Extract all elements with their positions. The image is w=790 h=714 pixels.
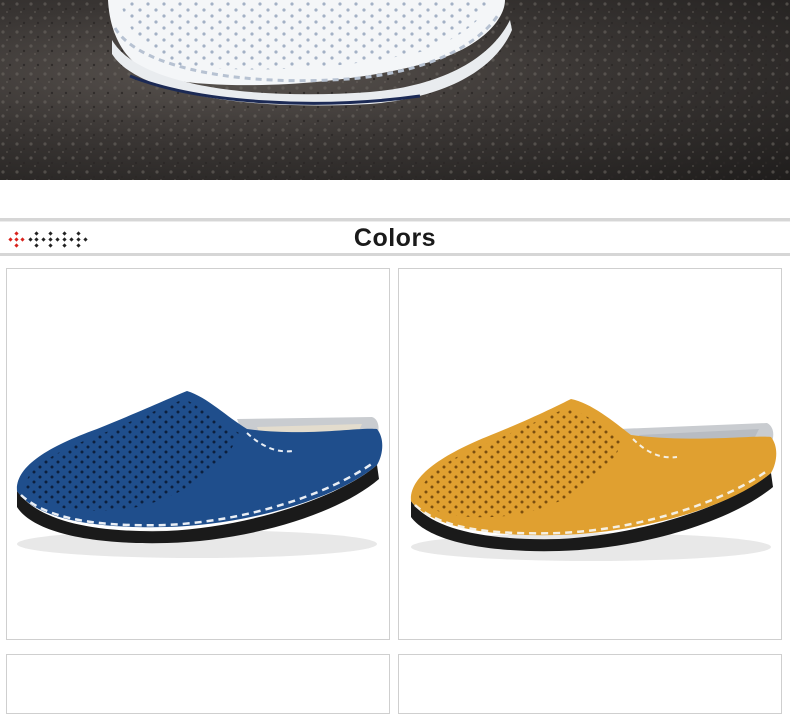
product-card-yellow[interactable] — [398, 268, 782, 640]
colors-section-header: Colors — [0, 218, 790, 256]
yellow-shoe-image — [410, 399, 777, 561]
blue-shoe-image — [16, 391, 383, 558]
section-title: Colors — [353, 224, 437, 252]
product-card-blue[interactable] — [6, 268, 390, 640]
hero-product-photo — [0, 0, 790, 180]
product-card-4[interactable] — [398, 654, 782, 714]
header-divider — [0, 221, 790, 222]
white-shoe-closeup-image — [0, 0, 790, 180]
product-card-3[interactable] — [6, 654, 390, 714]
